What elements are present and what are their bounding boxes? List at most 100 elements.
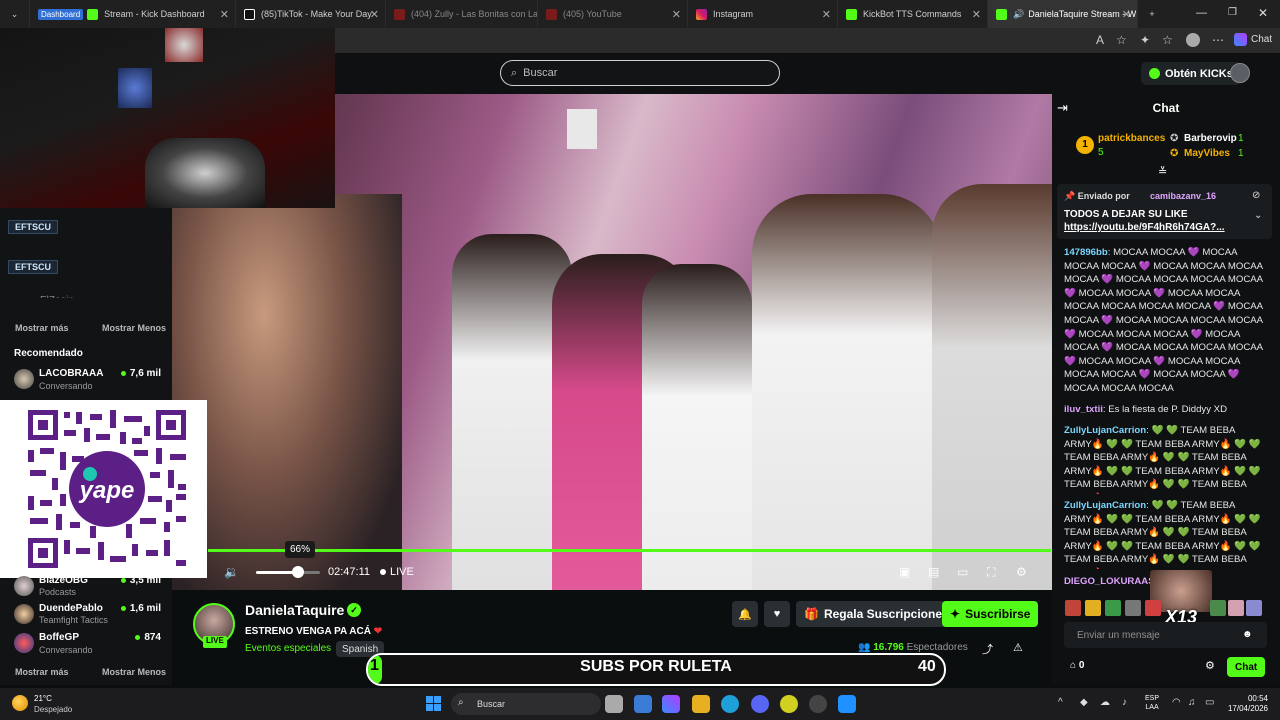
- tab-label: (404) Zully - Las Bonitas con La: [411, 9, 538, 19]
- tab-kickbot[interactable]: KickBot TTS Commands ✕: [838, 0, 988, 28]
- favorites-icon[interactable]: ☆: [1162, 33, 1173, 47]
- file-explorer-icon[interactable]: [692, 695, 710, 713]
- close-icon[interactable]: ✕: [1122, 8, 1131, 21]
- settings-icon[interactable]: ⚙: [1205, 659, 1215, 672]
- clip-icon[interactable]: ▤: [928, 565, 939, 579]
- tab-kick-dashboard[interactable]: Dashboard Stream - Kick Dashboard ✕: [30, 0, 236, 28]
- theater-icon[interactable]: ▭: [957, 565, 968, 579]
- copilot-icon[interactable]: [662, 695, 680, 713]
- tab-youtube[interactable]: (405) YouTube ✕: [538, 0, 688, 28]
- verified-icon: ✓: [347, 603, 361, 617]
- gift-subs-button[interactable]: 🎁 Regala Suscripciones: [796, 601, 957, 627]
- notification-bell-button[interactable]: 🔔: [732, 601, 758, 627]
- get-kicks-button[interactable]: Obtén KICKs: [1141, 62, 1241, 85]
- new-tab-button[interactable]: +: [1138, 0, 1166, 28]
- show-more-link[interactable]: Mostrar más: [15, 667, 69, 677]
- leaderboard-user[interactable]: MayVibes: [1184, 148, 1230, 159]
- tab-list-button[interactable]: ⌄: [0, 0, 30, 28]
- more-icon[interactable]: ⋯: [1212, 33, 1224, 47]
- weather-moon-icon[interactable]: [12, 695, 28, 711]
- leaderboard-user[interactable]: patrickbances: [1098, 133, 1165, 144]
- cloud-icon[interactable]: ☁: [1100, 697, 1110, 708]
- send-chat-button[interactable]: Chat: [1227, 657, 1266, 677]
- extensions-icon[interactable]: ✦: [1140, 33, 1150, 47]
- microphone-icon[interactable]: ♪: [1122, 697, 1127, 708]
- search-input[interactable]: ⌕ Buscar: [500, 60, 780, 86]
- share-icon[interactable]: ⤴: [982, 641, 993, 657]
- chat-username[interactable]: DIEGO_LOKURAAS: [1064, 576, 1155, 587]
- avatar[interactable]: [1230, 63, 1250, 83]
- close-icon[interactable]: ✕: [822, 8, 831, 21]
- channel-points[interactable]: ⌂ 0: [1070, 660, 1084, 671]
- widgets-icon[interactable]: [634, 695, 652, 713]
- tray-app-icon[interactable]: ◆: [1080, 697, 1088, 708]
- close-window-icon[interactable]: ✕: [1258, 6, 1268, 20]
- tab-danielataquire[interactable]: 🔊 DanielaTaquire Stream - W ✕: [988, 0, 1138, 28]
- chevron-down-icon[interactable]: ⌄: [1254, 210, 1262, 221]
- miniplayer-icon[interactable]: ▣: [899, 565, 910, 579]
- channel-category: Podcasts: [39, 587, 77, 597]
- close-icon[interactable]: ✕: [370, 8, 379, 21]
- viewer-count: 👥 16.796 Espectadores: [858, 642, 968, 653]
- battery-icon[interactable]: ▭: [1205, 697, 1214, 708]
- pinned-user[interactable]: camibazanv_16: [1150, 191, 1216, 201]
- copilot-label: Chat: [1251, 34, 1273, 45]
- viewer-count: 7,6 mil: [117, 368, 161, 379]
- fullscreen-icon[interactable]: ⛶: [987, 565, 995, 580]
- minimize-icon[interactable]: —: [1196, 7, 1207, 19]
- windows-start-icon[interactable]: [426, 696, 442, 712]
- tab-instagram[interactable]: Instagram ✕: [688, 0, 838, 28]
- unpin-icon[interactable]: ⊘: [1252, 190, 1260, 201]
- chat-username[interactable]: 147896bb: [1064, 247, 1108, 258]
- obs-icon[interactable]: [809, 695, 827, 713]
- subscribe-button[interactable]: ✦ Suscribirse: [942, 601, 1039, 627]
- settings-icon[interactable]: ⚙: [1016, 565, 1027, 579]
- chat-input[interactable]: Enviar un mensaje: [1064, 622, 1267, 648]
- close-icon[interactable]: ✕: [972, 8, 981, 21]
- copilot-button[interactable]: Chat: [1234, 33, 1272, 46]
- show-less-link[interactable]: Mostrar Menos: [102, 323, 166, 333]
- app-icon[interactable]: [780, 695, 798, 713]
- speaker-icon[interactable]: ♫: [1188, 697, 1196, 708]
- report-icon[interactable]: ⚠: [1013, 641, 1023, 654]
- leaderboard-user[interactable]: Barberovip: [1184, 133, 1237, 144]
- pinned-link[interactable]: https://youtu.be/9F4hR6h74GA?...: [1064, 222, 1225, 233]
- read-aloud-icon[interactable]: A: [1096, 33, 1104, 47]
- tab-youtube-zully[interactable]: (404) Zully - Las Bonitas con La: [386, 0, 538, 28]
- emote-icon: [1246, 600, 1262, 616]
- wifi-icon[interactable]: ◠: [1172, 697, 1181, 708]
- follow-button[interactable]: ♥: [764, 601, 790, 627]
- category-link[interactable]: Eventos especiales: [245, 643, 331, 654]
- webcam-person: [145, 138, 265, 208]
- expand-leaderboard-icon[interactable]: ≚: [1158, 165, 1167, 178]
- chevron-up-icon[interactable]: ^: [1058, 697, 1063, 708]
- chat-message: ZullyLujanCarrion: 💚 💚 TEAM BEBA ARMY🔥 💚…: [1064, 424, 1264, 494]
- gift-icon: ✪: [1170, 133, 1179, 144]
- chat-username[interactable]: ZullyLujanCarrion: [1064, 425, 1146, 436]
- edge-icon[interactable]: [721, 695, 739, 713]
- language-indicator[interactable]: ESP LAA: [1145, 694, 1159, 712]
- tab-tiktok[interactable]: (85)TikTok - Make Your Day ✕: [236, 0, 386, 28]
- live-label: LIVE: [390, 566, 414, 578]
- chat-username[interactable]: iluv_txtii: [1064, 404, 1103, 415]
- taskbar-search[interactable]: Buscar: [451, 693, 601, 715]
- emoji-icon[interactable]: ☻: [1242, 629, 1253, 640]
- pin-icon: 📌: [1064, 191, 1076, 201]
- volume-icon[interactable]: 🔉: [224, 565, 239, 579]
- clock[interactable]: 00:54 17/04/2026: [1224, 694, 1268, 714]
- chat-username[interactable]: ZullyLujanCarrion: [1064, 500, 1146, 511]
- close-icon[interactable]: ✕: [220, 8, 229, 21]
- tab-label: (405) YouTube: [563, 9, 622, 19]
- star-icon[interactable]: ☆: [1116, 33, 1127, 47]
- show-less-link[interactable]: Mostrar Menos: [102, 667, 166, 677]
- close-icon[interactable]: ✕: [672, 8, 681, 21]
- app-icon[interactable]: [838, 695, 856, 713]
- overlay-avatar: [165, 28, 203, 62]
- streamer-name[interactable]: DanielaTaquire: [245, 602, 344, 618]
- show-more-link[interactable]: Mostrar más: [15, 323, 69, 333]
- task-view-icon[interactable]: [605, 695, 623, 713]
- discord-icon[interactable]: [751, 695, 769, 713]
- restore-icon[interactable]: ❐: [1228, 7, 1237, 18]
- profile-icon[interactable]: [1186, 33, 1200, 47]
- chat-text: MOCAA MOCAA 💜 MOCAA MOCAA MOCAA 💜 MOCAA …: [1064, 247, 1263, 394]
